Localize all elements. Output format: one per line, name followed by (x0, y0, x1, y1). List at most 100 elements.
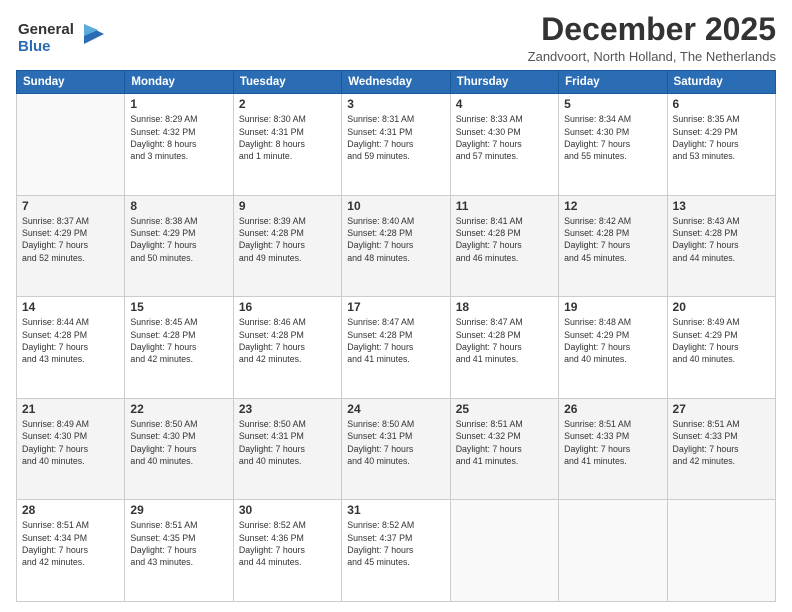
month-title: December 2025 (528, 12, 776, 47)
day-number: 18 (456, 300, 553, 314)
calendar-cell: 7 Sunrise: 8:37 AM Sunset: 4:29 PM Daylig… (17, 195, 125, 297)
day-info: Sunrise: 8:51 AM Sunset: 4:33 PM Dayligh… (673, 418, 770, 467)
header-sunday: Sunday (17, 71, 125, 94)
day-number: 12 (564, 199, 661, 213)
header-tuesday: Tuesday (233, 71, 341, 94)
day-info: Sunrise: 8:51 AM Sunset: 4:33 PM Dayligh… (564, 418, 661, 467)
calendar-cell (17, 94, 125, 196)
svg-text:General: General (18, 21, 74, 38)
calendar-cell (667, 500, 775, 602)
calendar-cell: 26 Sunrise: 8:51 AM Sunset: 4:33 PM Dayli… (559, 398, 667, 500)
header-monday: Monday (125, 71, 233, 94)
day-number: 7 (22, 199, 119, 213)
calendar-cell: 29 Sunrise: 8:51 AM Sunset: 4:35 PM Dayli… (125, 500, 233, 602)
subtitle: Zandvoort, North Holland, The Netherland… (528, 49, 776, 64)
calendar-table: Sunday Monday Tuesday Wednesday Thursday… (16, 70, 776, 602)
day-number: 3 (347, 97, 444, 111)
day-info: Sunrise: 8:43 AM Sunset: 4:28 PM Dayligh… (673, 215, 770, 264)
day-number: 2 (239, 97, 336, 111)
day-number: 13 (673, 199, 770, 213)
day-number: 4 (456, 97, 553, 111)
day-info: Sunrise: 8:33 AM Sunset: 4:30 PM Dayligh… (456, 113, 553, 162)
day-info: Sunrise: 8:52 AM Sunset: 4:37 PM Dayligh… (347, 519, 444, 568)
day-info: Sunrise: 8:50 AM Sunset: 4:31 PM Dayligh… (239, 418, 336, 467)
calendar-cell: 23 Sunrise: 8:50 AM Sunset: 4:31 PM Dayli… (233, 398, 341, 500)
calendar-cell: 20Sunrise: 8:49 AM Sunset: 4:29 PM Dayli… (667, 297, 775, 399)
day-number: 26 (564, 402, 661, 416)
calendar-cell: 9 Sunrise: 8:39 AM Sunset: 4:28 PM Daylig… (233, 195, 341, 297)
day-info: Sunrise: 8:39 AM Sunset: 4:28 PM Dayligh… (239, 215, 336, 264)
calendar-cell: 2 Sunrise: 8:30 AM Sunset: 4:31 PM Daylig… (233, 94, 341, 196)
day-number: 21 (22, 402, 119, 416)
calendar-cell: 6 Sunrise: 8:35 AM Sunset: 4:29 PM Daylig… (667, 94, 775, 196)
header-friday: Friday (559, 71, 667, 94)
calendar-cell: 27 Sunrise: 8:51 AM Sunset: 4:33 PM Dayli… (667, 398, 775, 500)
day-info: Sunrise: 8:51 AM Sunset: 4:35 PM Dayligh… (130, 519, 227, 568)
day-info: Sunrise: 8:50 AM Sunset: 4:31 PM Dayligh… (347, 418, 444, 467)
calendar-cell: 16Sunrise: 8:46 AM Sunset: 4:28 PM Dayli… (233, 297, 341, 399)
calendar-cell: 14Sunrise: 8:44 AM Sunset: 4:28 PM Dayli… (17, 297, 125, 399)
day-number: 6 (673, 97, 770, 111)
day-number: 9 (239, 199, 336, 213)
day-number: 5 (564, 97, 661, 111)
logo-text: General Blue (16, 16, 106, 63)
calendar-cell (559, 500, 667, 602)
day-number: 15 (130, 300, 227, 314)
title-block: December 2025 Zandvoort, North Holland, … (528, 12, 776, 64)
day-number: 8 (130, 199, 227, 213)
calendar-cell: 22Sunrise: 8:50 AM Sunset: 4:30 PM Dayli… (125, 398, 233, 500)
day-number: 28 (22, 503, 119, 517)
day-number: 1 (130, 97, 227, 111)
day-info: Sunrise: 8:37 AM Sunset: 4:29 PM Dayligh… (22, 215, 119, 264)
day-number: 23 (239, 402, 336, 416)
calendar-cell: 17Sunrise: 8:47 AM Sunset: 4:28 PM Dayli… (342, 297, 450, 399)
day-number: 16 (239, 300, 336, 314)
calendar-cell (450, 500, 558, 602)
calendar-cell: 30 Sunrise: 8:52 AM Sunset: 4:36 PM Dayli… (233, 500, 341, 602)
calendar-cell: 28 Sunrise: 8:51 AM Sunset: 4:34 PM Dayli… (17, 500, 125, 602)
day-info: Sunrise: 8:51 AM Sunset: 4:32 PM Dayligh… (456, 418, 553, 467)
calendar-cell: 15 Sunrise: 8:45 AM Sunset: 4:28 PM Dayli… (125, 297, 233, 399)
day-info: Sunrise: 8:40 AM Sunset: 4:28 PM Dayligh… (347, 215, 444, 264)
page: General Blue December 2025 Zandvoort, No… (0, 0, 792, 612)
day-number: 11 (456, 199, 553, 213)
day-info: Sunrise: 8:30 AM Sunset: 4:31 PM Dayligh… (239, 113, 336, 162)
day-info: Sunrise: 8:38 AM Sunset: 4:29 PM Dayligh… (130, 215, 227, 264)
day-number: 31 (347, 503, 444, 517)
day-number: 14 (22, 300, 119, 314)
calendar-cell: 18Sunrise: 8:47 AM Sunset: 4:28 PM Dayli… (450, 297, 558, 399)
header-wednesday: Wednesday (342, 71, 450, 94)
day-number: 17 (347, 300, 444, 314)
day-number: 10 (347, 199, 444, 213)
calendar-cell: 19Sunrise: 8:48 AM Sunset: 4:29 PM Dayli… (559, 297, 667, 399)
day-info: Sunrise: 8:41 AM Sunset: 4:28 PM Dayligh… (456, 215, 553, 264)
calendar-cell: 5Sunrise: 8:34 AM Sunset: 4:30 PM Daylig… (559, 94, 667, 196)
calendar-cell: 4 Sunrise: 8:33 AM Sunset: 4:30 PM Daylig… (450, 94, 558, 196)
day-number: 27 (673, 402, 770, 416)
day-info: Sunrise: 8:45 AM Sunset: 4:28 PM Dayligh… (130, 316, 227, 365)
svg-text:Blue: Blue (18, 38, 51, 55)
calendar-cell: 24 Sunrise: 8:50 AM Sunset: 4:31 PM Dayli… (342, 398, 450, 500)
header-thursday: Thursday (450, 71, 558, 94)
day-info: Sunrise: 8:49 AM Sunset: 4:29 PM Dayligh… (673, 316, 770, 365)
day-number: 30 (239, 503, 336, 517)
day-number: 29 (130, 503, 227, 517)
calendar-cell: 21Sunrise: 8:49 AM Sunset: 4:30 PM Dayli… (17, 398, 125, 500)
calendar-cell: 11 Sunrise: 8:41 AM Sunset: 4:28 PM Dayli… (450, 195, 558, 297)
header: General Blue December 2025 Zandvoort, No… (16, 12, 776, 64)
calendar-cell: 31 Sunrise: 8:52 AM Sunset: 4:37 PM Dayli… (342, 500, 450, 602)
logo: General Blue (16, 16, 106, 63)
calendar-cell: 1 Sunrise: 8:29 AM Sunset: 4:32 PM Daylig… (125, 94, 233, 196)
calendar-cell: 8 Sunrise: 8:38 AM Sunset: 4:29 PM Daylig… (125, 195, 233, 297)
day-info: Sunrise: 8:52 AM Sunset: 4:36 PM Dayligh… (239, 519, 336, 568)
header-saturday: Saturday (667, 71, 775, 94)
day-info: Sunrise: 8:29 AM Sunset: 4:32 PM Dayligh… (130, 113, 227, 162)
day-number: 19 (564, 300, 661, 314)
calendar-cell: 25 Sunrise: 8:51 AM Sunset: 4:32 PM Dayli… (450, 398, 558, 500)
day-number: 24 (347, 402, 444, 416)
day-info: Sunrise: 8:35 AM Sunset: 4:29 PM Dayligh… (673, 113, 770, 162)
calendar-cell: 3 Sunrise: 8:31 AM Sunset: 4:31 PM Daylig… (342, 94, 450, 196)
day-info: Sunrise: 8:31 AM Sunset: 4:31 PM Dayligh… (347, 113, 444, 162)
day-number: 25 (456, 402, 553, 416)
day-info: Sunrise: 8:51 AM Sunset: 4:34 PM Dayligh… (22, 519, 119, 568)
